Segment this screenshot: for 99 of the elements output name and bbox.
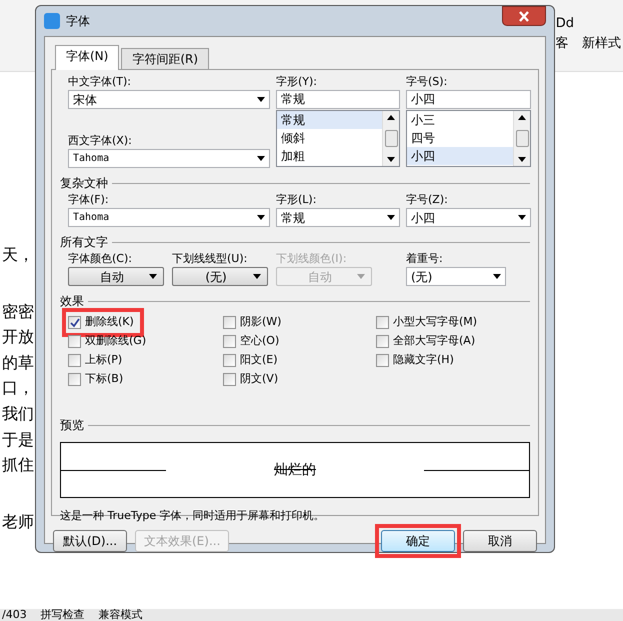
caret-icon	[518, 215, 526, 220]
checkbox[interactable]	[376, 335, 389, 348]
field-label: 西文字体(X):	[68, 133, 133, 149]
field-label: 下划线颜色(I):	[276, 251, 348, 267]
caret-icon	[149, 274, 157, 279]
document-text: 抓住	[2, 454, 34, 476]
caret-icon	[257, 97, 265, 102]
caret-icon	[493, 274, 501, 279]
list-item[interactable]: 四号	[407, 129, 513, 147]
scrollbar[interactable]	[513, 111, 530, 166]
scroll-down-icon[interactable]	[518, 157, 526, 162]
checkbox[interactable]	[223, 354, 236, 367]
list-item[interactable]: 小四	[407, 147, 513, 165]
scroll-down-icon[interactable]	[387, 157, 395, 162]
caret-icon	[257, 215, 265, 220]
text-field[interactable]: 小四	[406, 90, 531, 109]
checkbox[interactable]	[68, 354, 81, 367]
checkbox[interactable]	[68, 335, 81, 348]
document-text: 老师	[2, 510, 34, 533]
caret-icon	[253, 274, 261, 279]
checkbox[interactable]	[223, 335, 236, 348]
window-title: 字体	[66, 13, 90, 30]
check-icon	[70, 318, 80, 328]
list-box[interactable]: 常规 倾斜 加粗	[276, 110, 400, 167]
scroll-up-icon[interactable]	[518, 115, 526, 120]
field-label: 字形(Y):	[276, 74, 318, 90]
list-item[interactable]: 小三	[407, 111, 513, 129]
field-label: 中文字体(T):	[68, 74, 132, 90]
dialog-button[interactable]: 默认(D)...	[53, 530, 127, 552]
font-note: 这是一种 TrueType 字体，同时适用于屏幕和打印机。	[60, 508, 326, 524]
field-label: 着重号:	[406, 251, 444, 267]
dialog-button[interactable]: 确定	[381, 530, 455, 552]
close-button[interactable]	[502, 6, 546, 26]
caret-icon	[257, 156, 265, 161]
section-title: 效果	[60, 293, 84, 310]
checkbox[interactable]	[68, 373, 81, 386]
checkbox[interactable]	[68, 316, 81, 329]
list-item[interactable]: 加粗	[277, 147, 382, 165]
dialog-button[interactable]: 取消	[463, 530, 537, 552]
document-text: 我们	[2, 402, 34, 425]
document-text: 密密	[2, 300, 34, 323]
checkbox-label[interactable]: 阴文(V)	[240, 371, 278, 388]
ribbon-label[interactable]: 新样式	[582, 34, 621, 54]
list-item[interactable]: 常规	[277, 111, 382, 129]
dropdown-button[interactable]: 自动	[68, 267, 164, 286]
dropdown-field[interactable]: 宋体	[68, 90, 270, 109]
list-box[interactable]: 小三 四号 小四	[406, 110, 531, 167]
checkbox[interactable]	[376, 354, 389, 367]
dropdown-field[interactable]: (无)	[406, 267, 506, 286]
document-text: 于是	[2, 428, 34, 451]
checkbox-label[interactable]: 删除线(K)	[85, 314, 134, 331]
scrollbar[interactable]	[382, 111, 399, 166]
field-label: 字体颜色(C):	[68, 251, 133, 267]
checkbox-label[interactable]: 阳文(E)	[240, 352, 278, 369]
dropdown-field[interactable]: 小四	[406, 208, 531, 227]
tab[interactable]: 字体(N)	[55, 45, 120, 70]
checkbox-label[interactable]: 下标(B)	[85, 371, 124, 388]
status-text: /403	[2, 609, 27, 621]
document-text: 口，	[2, 377, 34, 400]
scroll-thumb[interactable]	[384, 130, 398, 147]
checkbox-label[interactable]: 全部大写字母(A)	[393, 333, 476, 350]
list-item[interactable]: 倾斜	[277, 129, 382, 147]
tab[interactable]: 字符间距(R)	[121, 48, 210, 69]
close-icon	[518, 10, 530, 22]
ribbon-label[interactable]: Dd	[556, 14, 574, 34]
document-text: 天，	[2, 244, 34, 266]
section-title: 预览	[60, 417, 84, 434]
status-text: 兼容模式	[98, 609, 143, 621]
checkbox[interactable]	[223, 316, 236, 329]
checkbox[interactable]	[376, 316, 389, 329]
scroll-thumb[interactable]	[516, 130, 528, 147]
checkbox-label[interactable]: 阴影(W)	[240, 314, 282, 331]
section-title: 所有文字	[60, 234, 108, 251]
dropdown-button[interactable]: (无)	[172, 267, 268, 286]
caret-icon	[357, 274, 365, 279]
text-field[interactable]: 常规	[276, 90, 400, 109]
checkbox-label[interactable]: 双删除线(G)	[85, 333, 146, 350]
document-text: 开放	[2, 326, 34, 348]
checkbox-label[interactable]: 小型大写字母(M)	[393, 314, 478, 331]
checkbox-label[interactable]: 空心(O)	[240, 333, 280, 350]
field-label: 下划线线型(U):	[172, 251, 248, 267]
dropdown-field[interactable]: Tahoma	[68, 149, 270, 168]
checkbox[interactable]	[223, 373, 236, 386]
preview-text: 灿烂的	[274, 460, 316, 480]
app-logo-icon	[44, 13, 60, 29]
caret-icon	[387, 215, 395, 220]
checkbox-label[interactable]: 上标(P)	[85, 352, 122, 369]
ribbon-label[interactable]: 客	[556, 34, 569, 54]
dropdown-field[interactable]: 常规	[276, 208, 400, 227]
checkbox-label[interactable]: 隐藏文字(H)	[393, 352, 454, 369]
document-text: 的草	[2, 352, 34, 374]
field-label: 字体(F):	[68, 192, 110, 208]
status-text: 拼写检查	[40, 609, 85, 621]
scroll-up-icon[interactable]	[387, 115, 395, 120]
field-label: 字形(L):	[276, 192, 318, 208]
field-label: 字号(S):	[406, 74, 448, 90]
field-label: 字号(Z):	[406, 192, 449, 208]
dropdown-field[interactable]: Tahoma	[68, 208, 270, 227]
section-title: 复杂文种	[60, 175, 108, 192]
